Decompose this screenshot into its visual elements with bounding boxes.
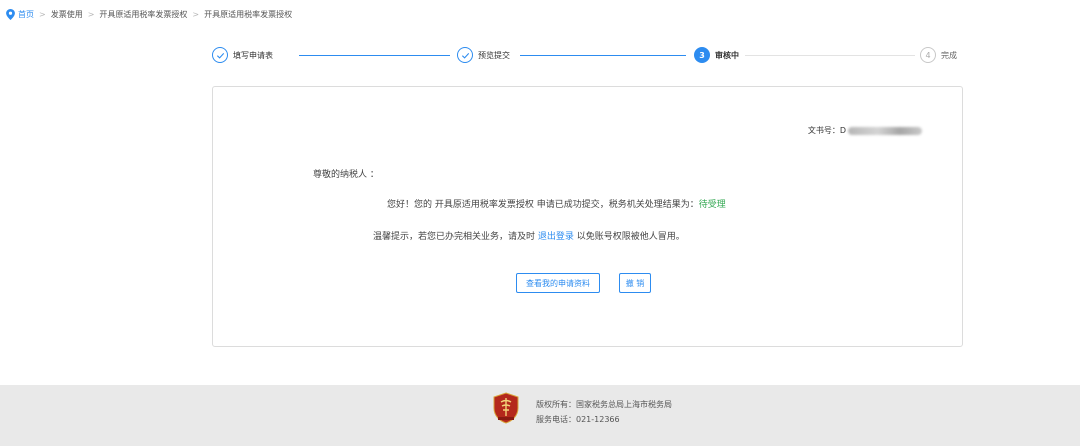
tax-bureau-emblem-icon: [493, 392, 519, 424]
breadcrumb-current: 开具原适用税率发票授权: [204, 9, 293, 19]
greeting-text: 尊敬的纳税人 ：: [313, 170, 379, 180]
result-card: 文书号：D 尊敬的纳税人 ： 您好！您的 开具原适用税率发票授权 申请已成功提交…: [212, 86, 963, 347]
breadcrumb-invoice-use-link[interactable]: 发票使用: [51, 9, 83, 20]
footer: 版权所有：国家税务总局上海市税务局 服务电话：021-12366: [0, 385, 1080, 446]
step-progress: 填写申请表 预览提交 3 审核中 4 完成: [212, 46, 964, 64]
breadcrumb-home-link[interactable]: 首页: [18, 9, 34, 20]
logout-tip-suffix: 以免账号权限被他人冒用。: [573, 232, 685, 242]
document-number-redacted: [848, 126, 922, 135]
location-pin-icon: [6, 8, 15, 20]
step-preview-submit: 预览提交: [457, 46, 510, 64]
logout-tip-prefix: 温馨提示，若您已办完相关业务，请及时: [373, 232, 538, 242]
submission-message-text: 您好！您的 开具原适用税率发票授权 申请已成功提交，税务机关处理结果为：: [387, 200, 699, 210]
step-connector: [745, 55, 915, 56]
breadcrumb-auth-link[interactable]: 开具原适用税率发票授权: [99, 9, 187, 20]
step-fill-form: 填写申请表: [212, 46, 273, 64]
step-connector: [520, 55, 686, 56]
step-number: 3: [694, 47, 710, 63]
footer-copyright: 版权所有：国家税务总局上海市税务局: [536, 400, 672, 409]
breadcrumb-separator: >: [39, 9, 46, 19]
footer-phone: 服务电话：021-12366: [536, 415, 620, 424]
breadcrumb: 首页 > 发票使用 > 开具原适用税率发票授权 > 开具原适用税率发票授权: [6, 7, 292, 21]
logout-tip: 温馨提示，若您已办完相关业务，请及时 退出登录 以免账号权限被他人冒用。: [373, 229, 685, 242]
document-number: 文书号：D: [808, 125, 922, 136]
check-icon: [457, 47, 473, 63]
check-icon: [212, 47, 228, 63]
document-number-label: 文书号：D: [807, 126, 846, 135]
step-connector: [299, 55, 450, 56]
footer-info: 版权所有：国家税务总局上海市税务局 服务电话：021-12366: [536, 397, 672, 427]
status-pending: 待受理: [698, 200, 726, 210]
revoke-button[interactable]: 撤 销: [619, 273, 651, 293]
submission-message: 您好！您的 开具原适用税率发票授权 申请已成功提交，税务机关处理结果为：待受理: [387, 197, 726, 210]
step-reviewing: 3 审核中: [694, 46, 739, 64]
breadcrumb-separator: >: [192, 9, 200, 19]
step-number: 4: [920, 47, 936, 63]
logout-link[interactable]: 退出登录: [538, 232, 574, 242]
step-label: 完成: [941, 50, 957, 60]
step-label: 预览提交: [478, 50, 510, 60]
step-label: 审核中: [715, 50, 739, 60]
breadcrumb-separator: >: [87, 9, 95, 19]
view-application-button[interactable]: 查看我的申请资料: [516, 273, 600, 293]
step-complete: 4 完成: [920, 46, 957, 64]
step-label: 填写申请表: [233, 50, 273, 60]
